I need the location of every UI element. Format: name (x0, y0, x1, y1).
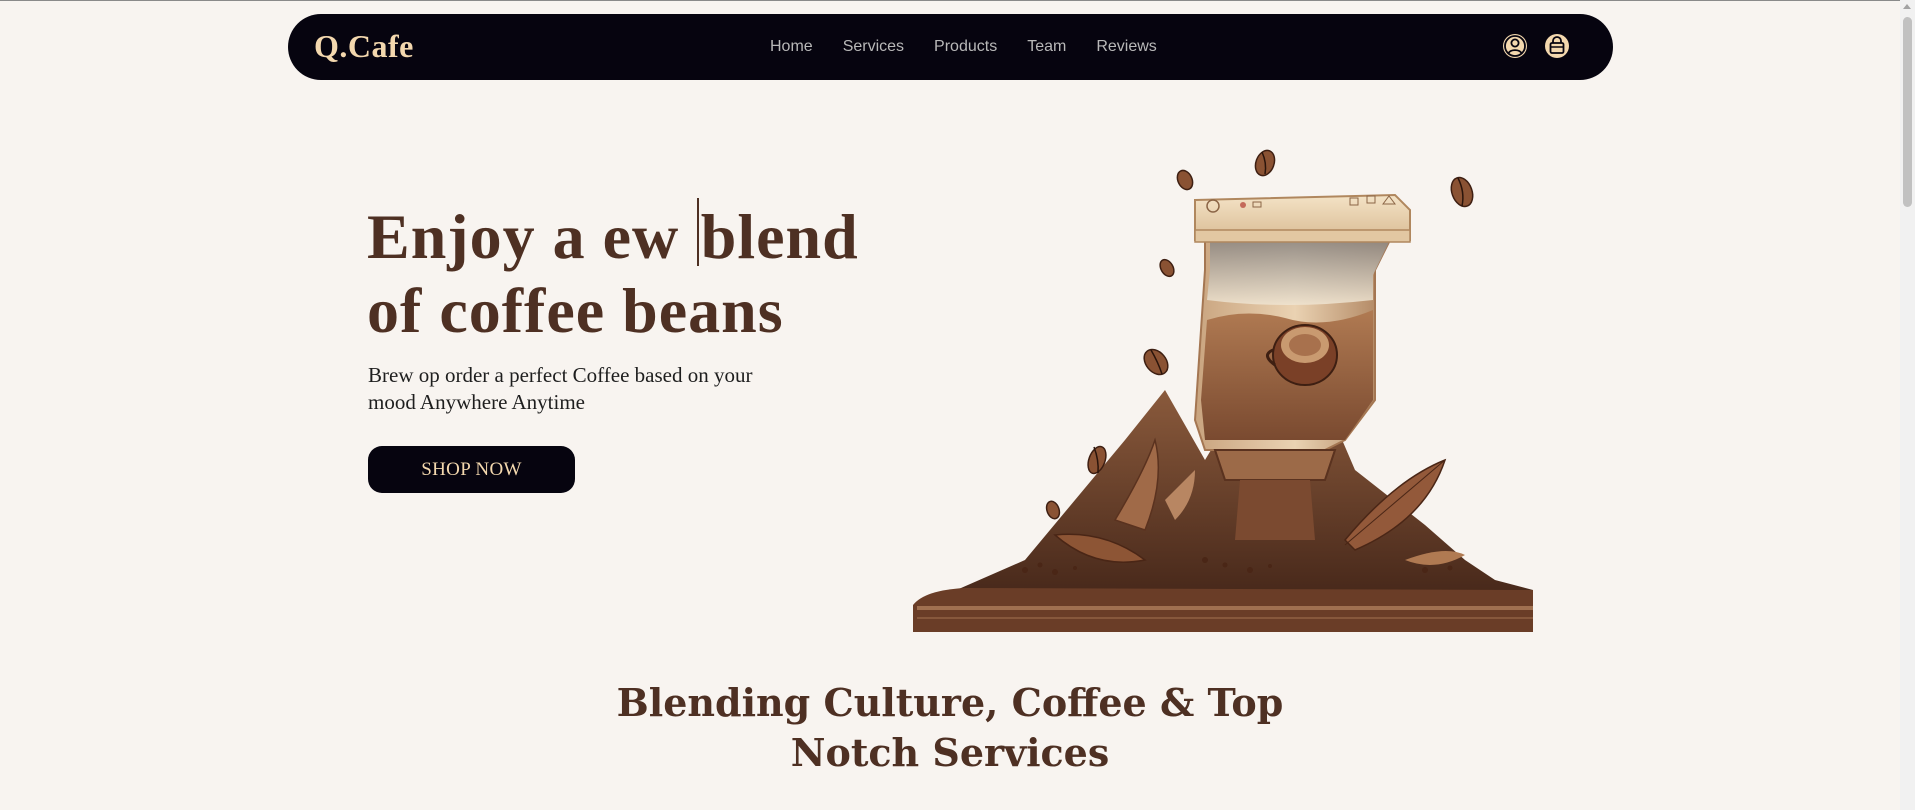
navbar: Q.Cafe Home Services Products Team Revie… (288, 14, 1613, 80)
page: Q.Cafe Home Services Products Team Revie… (0, 0, 1915, 810)
nav-link-services[interactable]: Services (843, 38, 904, 56)
section-title: Blending Culture, Coffee & Top Notch Ser… (600, 678, 1300, 778)
hero-subtitle: Brew op order a perfect Coffee based on … (368, 363, 753, 414)
nav-link-home[interactable]: Home (770, 38, 813, 56)
nav-link-reviews[interactable]: Reviews (1096, 38, 1156, 56)
hero-title-typed-text: Enjoy a ew (367, 201, 697, 272)
scroll-up-arrow-icon[interactable] (1903, 4, 1911, 9)
hero-title-line-2: of coffee beans (367, 275, 784, 346)
nav-links: Home Services Products Team Reviews (770, 38, 1187, 56)
logo[interactable]: Q.Cafe (314, 28, 414, 65)
section-title-line-2: Notch Services (790, 730, 1110, 775)
nav-link-products[interactable]: Products (934, 38, 997, 56)
hero-title: Enjoy a ew blend of coffee beans (367, 198, 859, 348)
shopping-bag-icon[interactable] (1543, 32, 1571, 60)
typing-caret (697, 198, 699, 266)
coffee-grinder-illustration (905, 140, 1545, 640)
user-icon[interactable] (1501, 32, 1529, 60)
window-top-border (0, 0, 1915, 1)
section-title-line-1: Blending Culture, Coffee & Top (616, 680, 1284, 725)
hero-title-word: blend (700, 201, 859, 272)
shop-now-button[interactable]: SHOP NOW (368, 446, 575, 493)
vertical-scrollbar[interactable] (1900, 0, 1915, 810)
nav-link-team[interactable]: Team (1027, 38, 1066, 56)
hero-title-line-1: Enjoy a ew blend (367, 198, 859, 274)
scrollbar-thumb[interactable] (1903, 17, 1912, 207)
